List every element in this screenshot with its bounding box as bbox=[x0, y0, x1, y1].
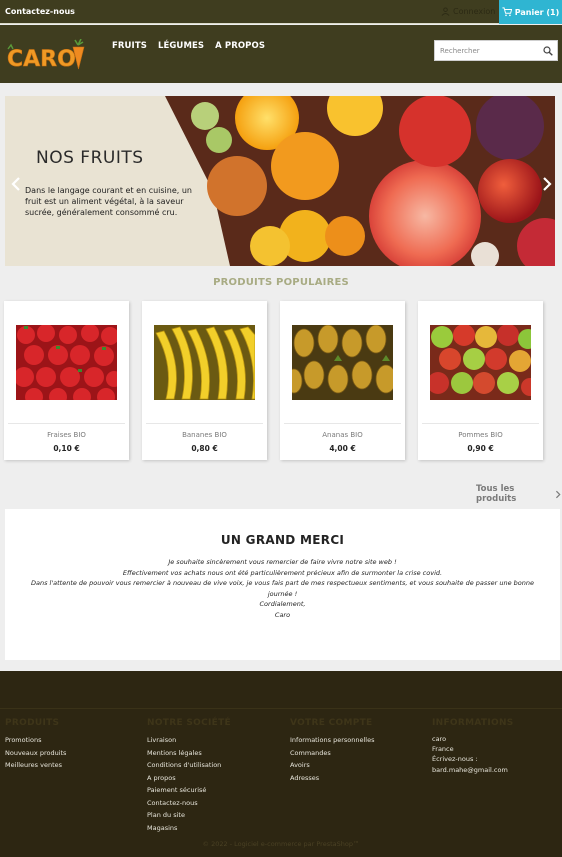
nav-item-legumes[interactable]: LÉGUMES bbox=[158, 41, 204, 51]
message-line: Effectivement vos achats nous ont été pa… bbox=[122, 568, 443, 577]
message-line: Cordialement, bbox=[259, 600, 306, 608]
card-divider bbox=[146, 423, 263, 424]
footer-link-promotions[interactable]: Promotions bbox=[5, 734, 66, 747]
message-line: Dans l'attente de pouvoir vous remercier… bbox=[30, 579, 535, 598]
product-name[interactable]: Bananes BIO bbox=[142, 431, 267, 439]
search-box bbox=[434, 40, 558, 61]
footer-link-contact[interactable]: Contactez-nous bbox=[147, 797, 231, 810]
chevron-right-icon[interactable] bbox=[541, 176, 553, 192]
footer-link-addresses[interactable]: Adresses bbox=[290, 772, 374, 785]
nav-item-fruits[interactable]: FRUITS bbox=[112, 41, 147, 51]
footer-column-account: VOTRE COMPTE Informations personnelles C… bbox=[290, 718, 374, 784]
popular-products-title: PRODUITS POPULAIRES bbox=[213, 277, 349, 288]
footer-link-best-sales[interactable]: Meilleures ventes bbox=[5, 759, 66, 772]
hero-title: NOS FRUITS bbox=[36, 148, 144, 168]
cart-button[interactable]: Panier (1) bbox=[499, 0, 562, 24]
product-price: 4,00 € bbox=[329, 444, 356, 453]
hero-slider[interactable]: NOS FRUITS Dans le langage courant et en… bbox=[5, 96, 555, 266]
footer-link-personal-info[interactable]: Informations personnelles bbox=[290, 734, 374, 747]
message-line: Caro bbox=[274, 610, 291, 619]
footer-column-information: INFORMATIONS caro France Écrivez-nous : … bbox=[432, 718, 514, 777]
footer-link-about[interactable]: A propos bbox=[147, 772, 231, 785]
thank-you-message: Je souhaite sincèrement vous remercier d… bbox=[25, 557, 540, 620]
thank-you-title: UN GRAND MERCI bbox=[220, 533, 345, 547]
footer-column-title: NOTRE SOCIÉTÉ bbox=[147, 718, 231, 728]
cart-icon bbox=[502, 7, 512, 17]
footer-column-title: INFORMATIONS bbox=[432, 718, 514, 728]
product-card-pommes[interactable]: Pommes BIO 0,90 € bbox=[418, 301, 543, 460]
search-input[interactable] bbox=[435, 41, 539, 60]
product-name[interactable]: Fraises BIO bbox=[4, 431, 129, 439]
product-price: 0,10 € bbox=[53, 444, 80, 453]
caro-logo[interactable]: CARO bbox=[4, 39, 86, 71]
copyright-text[interactable]: © 2022 - Logiciel e-commerce par PrestaS… bbox=[0, 840, 562, 848]
footer-link-new-products[interactable]: Nouveaux produits bbox=[5, 747, 66, 760]
product-image-strawberries[interactable] bbox=[16, 325, 117, 400]
footer: PRODUITS Promotions Nouveaux produits Me… bbox=[0, 671, 562, 857]
chevron-left-icon[interactable] bbox=[10, 176, 22, 192]
product-image-apples[interactable] bbox=[430, 325, 531, 400]
product-card-bananes[interactable]: Bananes BIO 0,80 € bbox=[142, 301, 267, 460]
footer-link-terms[interactable]: Conditions d'utilisation bbox=[147, 759, 231, 772]
product-price: 0,80 € bbox=[191, 444, 218, 453]
login-label: Connexion bbox=[453, 7, 496, 16]
product-name[interactable]: Pommes BIO bbox=[418, 431, 543, 439]
fruit-banner-image bbox=[5, 96, 555, 266]
footer-column-title: PRODUITS bbox=[5, 718, 60, 728]
user-icon bbox=[441, 7, 450, 16]
product-image-pineapples[interactable] bbox=[292, 325, 393, 400]
footer-link-credit-slips[interactable]: Avoirs bbox=[290, 759, 374, 772]
product-image-bananas[interactable] bbox=[154, 325, 255, 400]
product-price: 0,90 € bbox=[467, 444, 494, 453]
card-divider bbox=[284, 423, 401, 424]
thank-you-block: UN GRAND MERCI Je souhaite sincèrement v… bbox=[5, 509, 560, 660]
store-country: France bbox=[432, 745, 454, 753]
write-us-label: Écrivez-nous : bbox=[432, 755, 478, 763]
all-products-label: Tous les produits bbox=[476, 484, 517, 504]
search-icon[interactable] bbox=[543, 46, 553, 56]
login-link[interactable]: Connexion bbox=[441, 7, 495, 16]
all-products-link[interactable]: Tous les produits bbox=[476, 484, 562, 504]
store-name: caro bbox=[432, 735, 447, 743]
footer-column-company: NOTRE SOCIÉTÉ Livraison Mentions légales… bbox=[147, 718, 231, 834]
contact-link[interactable]: Contactez-nous bbox=[5, 7, 75, 16]
hero-description: Dans le langage courant et en cuisine, u… bbox=[25, 186, 192, 217]
footer-link-stores[interactable]: Magasins bbox=[147, 822, 231, 835]
footer-link-orders[interactable]: Commandes bbox=[290, 747, 374, 760]
footer-link-delivery[interactable]: Livraison bbox=[147, 734, 231, 747]
cart-label: Panier (1) bbox=[514, 7, 560, 17]
nav-item-a-propos[interactable]: A PROPOS bbox=[215, 41, 265, 51]
product-card-ananas[interactable]: Ananas BIO 4,00 € bbox=[280, 301, 405, 460]
footer-column-title: VOTRE COMPTE bbox=[290, 718, 373, 728]
product-card-fraises[interactable]: Fraises BIO 0,10 € bbox=[4, 301, 129, 460]
store-email-link[interactable]: bard.mahe@gmail.com bbox=[432, 764, 514, 777]
main-nav: FRUITS LÉGUMES A PROPOS bbox=[112, 41, 265, 51]
footer-link-sitemap[interactable]: Plan du site bbox=[147, 809, 231, 822]
product-name[interactable]: Ananas BIO bbox=[280, 431, 405, 439]
card-divider bbox=[8, 423, 125, 424]
footer-link-legal[interactable]: Mentions légales bbox=[147, 747, 231, 760]
footer-link-secure-payment[interactable]: Paiement sécurisé bbox=[147, 784, 231, 797]
card-divider bbox=[422, 423, 539, 424]
footer-column-products: PRODUITS Promotions Nouveaux produits Me… bbox=[5, 718, 66, 772]
header: CARO FRUITS LÉGUMES A PROPOS bbox=[0, 25, 562, 83]
footer-divider bbox=[0, 708, 562, 709]
svg-text:CARO: CARO bbox=[7, 47, 76, 71]
message-line: Je souhaite sincèrement vous remercier d… bbox=[168, 558, 397, 566]
top-bar: Contactez-nous Connexion Panier (1) bbox=[0, 0, 562, 24]
chevron-right-icon bbox=[556, 490, 561, 498]
